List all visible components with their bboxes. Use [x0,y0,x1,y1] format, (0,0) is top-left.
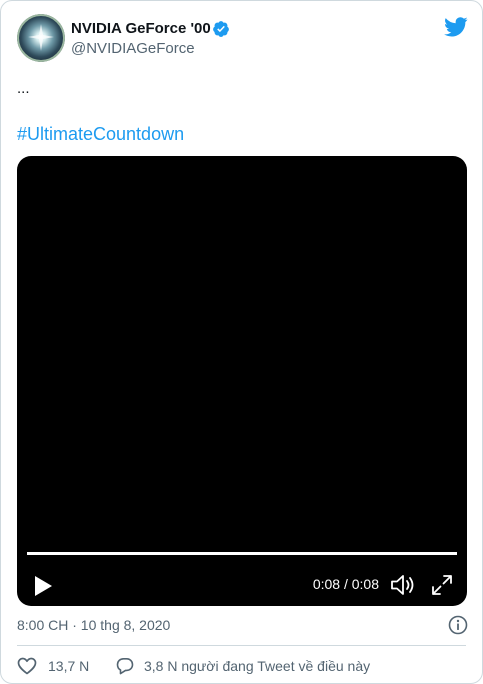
video-player[interactable]: 0:08 / 0:08 [17,156,467,606]
reply-icon [116,658,134,675]
fullscreen-icon[interactable] [431,574,453,596]
tweet-text: ... [17,80,30,97]
verified-badge-icon [213,21,229,37]
hashtag-link[interactable]: #UltimateCountdown [17,124,184,145]
video-time-display: 0:08 / 0:08 [312,576,379,592]
twitter-bird-icon[interactable] [444,17,468,37]
divider [17,645,466,646]
volume-icon[interactable] [390,573,416,597]
info-icon[interactable] [448,615,468,635]
tweet-timestamp[interactable]: 8:00 CH · 10 thg 8, 2020 [17,617,170,633]
reply-count-text: 3,8 N người đang Tweet về điều này [144,658,371,674]
avatar[interactable] [17,14,65,62]
video-progress-fill [27,552,457,555]
tweet-card: NVIDIA GeForce '00 @NVIDIAGeForce ... #U… [0,0,483,684]
reply-button[interactable]: 3,8 N người đang Tweet về điều này [116,655,370,677]
video-progress-bar[interactable] [27,552,457,555]
play-icon[interactable] [33,575,53,597]
like-button[interactable]: 13,7 N [17,655,89,677]
heart-icon [17,657,37,675]
display-name[interactable]: NVIDIA GeForce '00 [71,20,211,37]
like-count: 13,7 N [48,658,90,674]
author-handle[interactable]: @NVIDIAGeForce [71,40,195,57]
